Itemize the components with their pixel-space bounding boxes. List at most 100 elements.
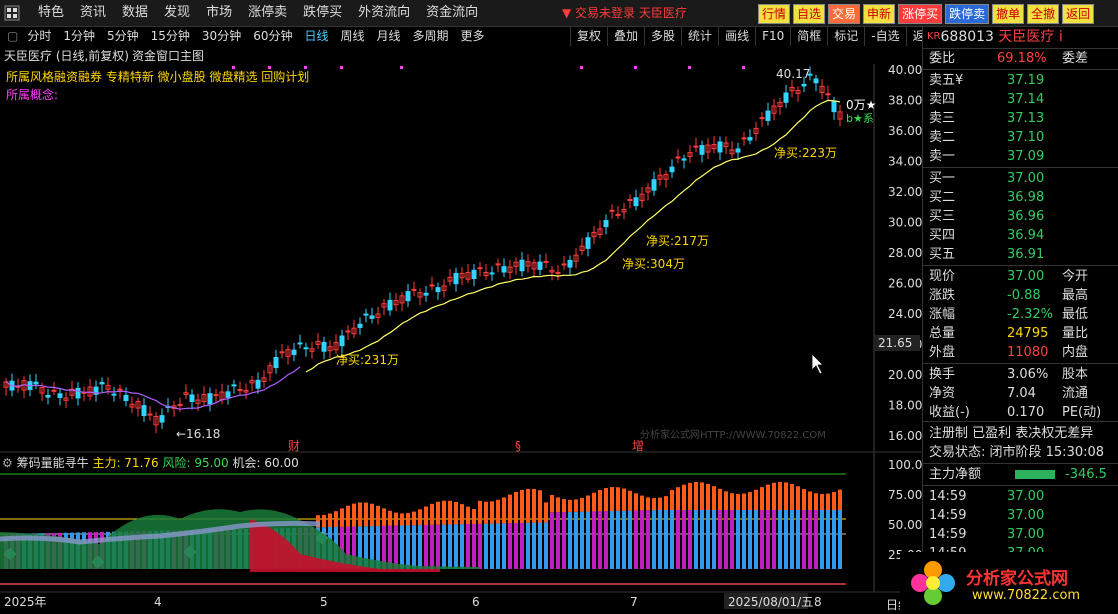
panel-label[interactable]: 资金窗口主图 [132, 47, 204, 64]
sub-settings-icon[interactable]: ⚙ [2, 456, 13, 470]
sub-tick: 50.00 [888, 518, 922, 532]
period-rixian[interactable]: 日线 [298, 27, 334, 45]
menu-item-shichang[interactable]: 市场 [198, 0, 240, 26]
stock-code: 688013 [940, 29, 994, 45]
tool-fuquan[interactable]: 复权 [570, 26, 607, 46]
menu-item-zhangtingmai[interactable]: 涨停卖 [240, 0, 295, 26]
period-5min[interactable]: 5分钟 [101, 27, 145, 45]
ask-label: 卖五¥ [929, 73, 964, 88]
period-zhouxian[interactable]: 周线 [335, 27, 371, 45]
stat-row[interactable]: 涨幅 -2.32% 最低 [927, 305, 1115, 324]
candle-body [387, 299, 393, 311]
sub-bar [412, 525, 416, 569]
bid-row[interactable]: 买三 36.96 [927, 207, 1115, 226]
btn-hangqing[interactable]: 行情 [758, 4, 791, 24]
period-30min[interactable]: 30分钟 [196, 27, 247, 45]
stat2-value: 3.06% [1007, 367, 1049, 382]
bid-row[interactable]: 买一 37.00 [927, 169, 1115, 188]
ask-row[interactable]: 卖一 37.09 [927, 147, 1115, 166]
tool-jiankuang[interactable]: 简框 [790, 26, 827, 46]
weibi-value: 69.18% [997, 51, 1047, 66]
tool-tongji[interactable]: 统计 [681, 26, 718, 46]
period-1min[interactable]: 1分钟 [57, 27, 101, 45]
ask-row[interactable]: 卖五¥ 37.19 [927, 71, 1115, 90]
menu-item-zijin[interactable]: 资金流向 [418, 0, 486, 26]
bid-row[interactable]: 买四 36.94 [927, 226, 1115, 245]
period-60min[interactable]: 60分钟 [247, 27, 298, 45]
sub-bar-orange [688, 482, 692, 510]
candle-body [651, 179, 657, 191]
tool-zixuan[interactable]: -自选 [864, 26, 905, 46]
stat-row[interactable]: 总量 24795 量比 [927, 324, 1115, 343]
net-value: -346.5 [1065, 467, 1107, 482]
sub-bar-orange [766, 484, 770, 510]
sub-bar [724, 510, 728, 569]
sub-bar-orange [406, 513, 410, 526]
period-15min[interactable]: 15分钟 [145, 27, 196, 45]
menu-item-dietingmai[interactable]: 跌停买 [295, 0, 350, 26]
stat2-label: 换手 [929, 367, 956, 382]
tool-huaxian[interactable]: 画线 [718, 26, 755, 46]
tool-duogu[interactable]: 多股 [644, 26, 681, 46]
btn-shenxin[interactable]: 申新 [863, 4, 896, 24]
top-menu-bar: 特色 资讯 数据 发现 市场 涨停卖 跌停买 外资流向 资金流向 ▼ 交易未登录… [0, 0, 1118, 27]
tick-row[interactable]: 14:59 37.00 [927, 525, 1115, 544]
sub-bar [622, 510, 626, 569]
main-chart[interactable]: 40.00 38.00 36.00 34.00 32.00 30.00 28.00 26.00… [0, 64, 922, 614]
bid-row[interactable]: 买五 36.91 [927, 245, 1115, 264]
period-duozhouqi[interactable]: 多周期 [407, 27, 455, 45]
stat2-row[interactable]: 净资 7.04 流通 [927, 384, 1115, 403]
sub-chart-name[interactable]: 筹码量能寻牛 [17, 456, 89, 470]
price-tick: 24.00 [888, 307, 922, 321]
candle-body [741, 137, 747, 140]
period-yuexian[interactable]: 月线 [371, 27, 407, 45]
period-more[interactable]: 更多 [455, 27, 491, 45]
btn-quanche[interactable]: 全撤 [1027, 4, 1060, 24]
mouse-cursor-icon [811, 353, 824, 375]
btn-zhangtingmai[interactable]: 涨停买 [898, 4, 943, 24]
menu-item-zixun[interactable]: 资讯 [72, 0, 114, 26]
sub-bar [562, 512, 566, 569]
stat-value: 37.00 [1007, 269, 1045, 284]
tick-row[interactable]: 14:59 37.00 [927, 487, 1115, 506]
menu-item-waizi[interactable]: 外资流向 [350, 0, 418, 26]
ask-row[interactable]: 卖四 37.14 [927, 90, 1115, 109]
btn-zixuan[interactable]: 自选 [793, 4, 826, 24]
sub-bar-orange [772, 482, 776, 510]
annotation-net-buy-2: 净买:304万 [622, 257, 685, 271]
period-fenshi[interactable]: 分时 [21, 27, 57, 45]
btn-jiaoyi[interactable]: 交易 [828, 4, 861, 24]
ask-row[interactable]: 卖三 37.13 [927, 109, 1115, 128]
trade-state: 交易状态: 闭市阶段 15:30:08 [929, 445, 1105, 460]
menu-item-faxian[interactable]: 发现 [156, 0, 198, 26]
sub-bar [676, 510, 680, 569]
menu-item-tese[interactable]: 特色 [30, 0, 72, 26]
tool-biaoji[interactable]: 标记 [827, 26, 864, 46]
stat2-row[interactable]: 换手 3.06% 股本 [927, 365, 1115, 384]
top-markers [232, 66, 745, 69]
stat-row[interactable]: 外盘 11080 内盘 [927, 343, 1115, 362]
stat-row[interactable]: 涨跌 -0.88 最高 [927, 286, 1115, 305]
login-notice[interactable]: ▼ 交易未登录 天臣医疗 [562, 0, 687, 26]
square-icon[interactable]: ▢ [4, 27, 21, 45]
sub-bar-orange [796, 486, 800, 510]
btn-dietingmai[interactable]: 跌停卖 [945, 4, 990, 24]
tool-f10[interactable]: F10 [755, 26, 790, 46]
tool-diejia[interactable]: 叠加 [607, 26, 644, 46]
price-tick: 26.00 [888, 277, 922, 291]
btn-chedan[interactable]: 撤单 [992, 4, 1025, 24]
sub-bar-orange [592, 492, 596, 512]
candle-body [297, 342, 303, 345]
bid-row[interactable]: 买二 36.98 [927, 188, 1115, 207]
right-tag-2: b★系 [846, 112, 874, 125]
jihui-value: 机会: 60.00 [232, 456, 299, 470]
menu-item-shuju[interactable]: 数据 [114, 0, 156, 26]
stat-label2: 最高 [1062, 288, 1089, 303]
stat2-row[interactable]: 收益(-) 0.170 PE(动) [927, 403, 1115, 422]
candle-body [801, 83, 807, 87]
sub-bar-orange [814, 493, 818, 510]
stat-row[interactable]: 现价 37.00 今开 [927, 267, 1115, 286]
tick-row[interactable]: 14:59 37.00 [927, 506, 1115, 525]
ask-row[interactable]: 卖二 37.10 [927, 128, 1115, 147]
btn-fanhui[interactable]: 返回 [1062, 4, 1095, 24]
